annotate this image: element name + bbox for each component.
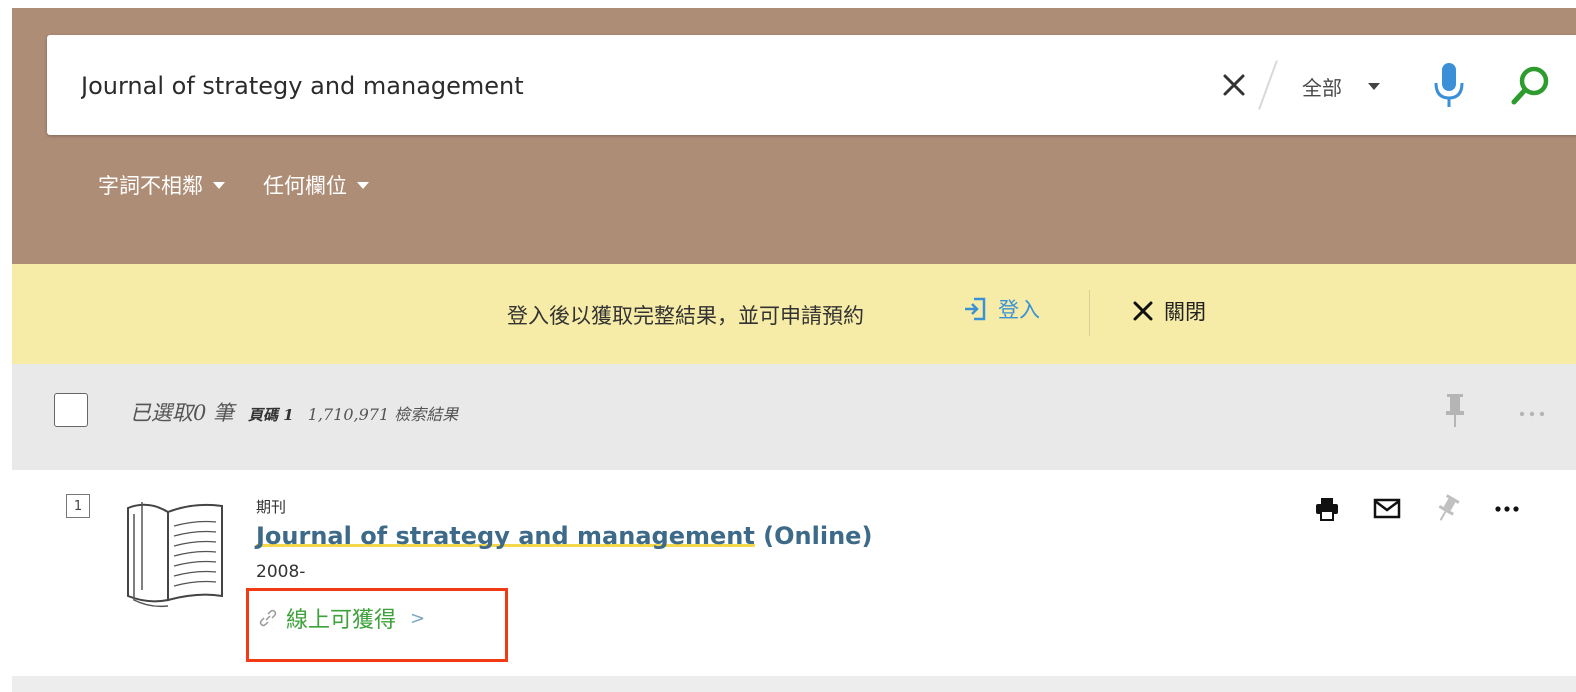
- results-info: 已選取0 筆 頁碼 1 1,710,971 檢索結果: [130, 397, 458, 427]
- search-icon: [1511, 66, 1549, 105]
- results-toolbar: 已選取0 筆 頁碼 1 1,710,971 檢索結果: [12, 364, 1576, 464]
- result-date: 2008-: [256, 562, 306, 582]
- scope-label: 全部: [1302, 75, 1342, 100]
- result-index: 1: [66, 494, 90, 518]
- field-label: 任何欄位: [263, 174, 347, 198]
- page: 全部 字詞不相鄰: [12, 8, 1576, 692]
- pin-results-button[interactable]: [1444, 392, 1466, 428]
- pin-item-button[interactable]: [1430, 492, 1464, 526]
- close-label: 關閉: [1164, 300, 1206, 324]
- chevron-down-icon: [357, 181, 369, 189]
- pin-icon: [1446, 394, 1464, 427]
- banner-divider: [1089, 290, 1090, 336]
- chevron-down-icon: [1368, 82, 1380, 90]
- banner-message: 登入後以獲取完整結果，並可申請預約: [507, 304, 864, 328]
- login-banner: 登入後以獲取完整結果，並可申請預約 登入 關閉: [12, 264, 1576, 364]
- print-icon: [1316, 498, 1338, 521]
- results-count: 1,710,971 檢索結果: [307, 405, 459, 424]
- login-label: 登入: [998, 298, 1040, 322]
- more-icon: [1519, 411, 1545, 417]
- search-filters: 字詞不相鄰 任何欄位: [98, 170, 369, 200]
- close-banner-button[interactable]: 關閉: [1132, 296, 1206, 326]
- next-result-edge: [12, 676, 1576, 692]
- select-all-checkbox[interactable]: [54, 393, 88, 427]
- search-button[interactable]: [1507, 63, 1553, 109]
- close-icon: [1133, 301, 1153, 321]
- result-actions: [1310, 492, 1524, 526]
- close-icon: [1223, 74, 1245, 96]
- field-dropdown[interactable]: 任何欄位: [263, 170, 369, 200]
- voice-search-button[interactable]: [1432, 61, 1466, 109]
- result-title-link[interactable]: Journal of strategy and management (Onli…: [256, 522, 872, 550]
- chevron-down-icon: [213, 181, 225, 189]
- match-label: 字詞不相鄰: [98, 174, 203, 198]
- highlight-box: [246, 588, 508, 662]
- login-icon: [965, 297, 986, 321]
- search-header: 全部 字詞不相鄰: [12, 8, 1576, 264]
- scope-dropdown[interactable]: 全部: [1302, 71, 1380, 101]
- print-button[interactable]: [1310, 492, 1344, 526]
- login-link[interactable]: 登入: [962, 294, 1040, 324]
- results-more-button[interactable]: [1517, 404, 1547, 417]
- pin-icon: [1438, 494, 1460, 521]
- result-type: 期刊: [256, 498, 287, 516]
- page-number: 頁碼 1: [248, 406, 294, 424]
- email-button[interactable]: [1370, 492, 1404, 526]
- search-input[interactable]: [81, 69, 1191, 103]
- microphone-icon: [1434, 63, 1464, 107]
- result-title-suffix: (Online): [754, 522, 873, 550]
- match-dropdown[interactable]: 字詞不相鄰: [98, 170, 225, 200]
- email-icon: [1373, 498, 1401, 519]
- search-divider: [1258, 60, 1278, 110]
- search-bar: 全部: [47, 35, 1576, 135]
- journal-book-icon: [127, 502, 223, 608]
- item-more-button[interactable]: [1490, 492, 1524, 526]
- selected-count: 已選取0 筆: [130, 401, 235, 425]
- more-icon: [1495, 506, 1519, 512]
- result-title-main: Journal of strategy and management: [256, 522, 755, 550]
- result-item: 1 期刊 Journal of strategy and management …: [12, 470, 1576, 676]
- clear-search-button[interactable]: [1219, 70, 1249, 100]
